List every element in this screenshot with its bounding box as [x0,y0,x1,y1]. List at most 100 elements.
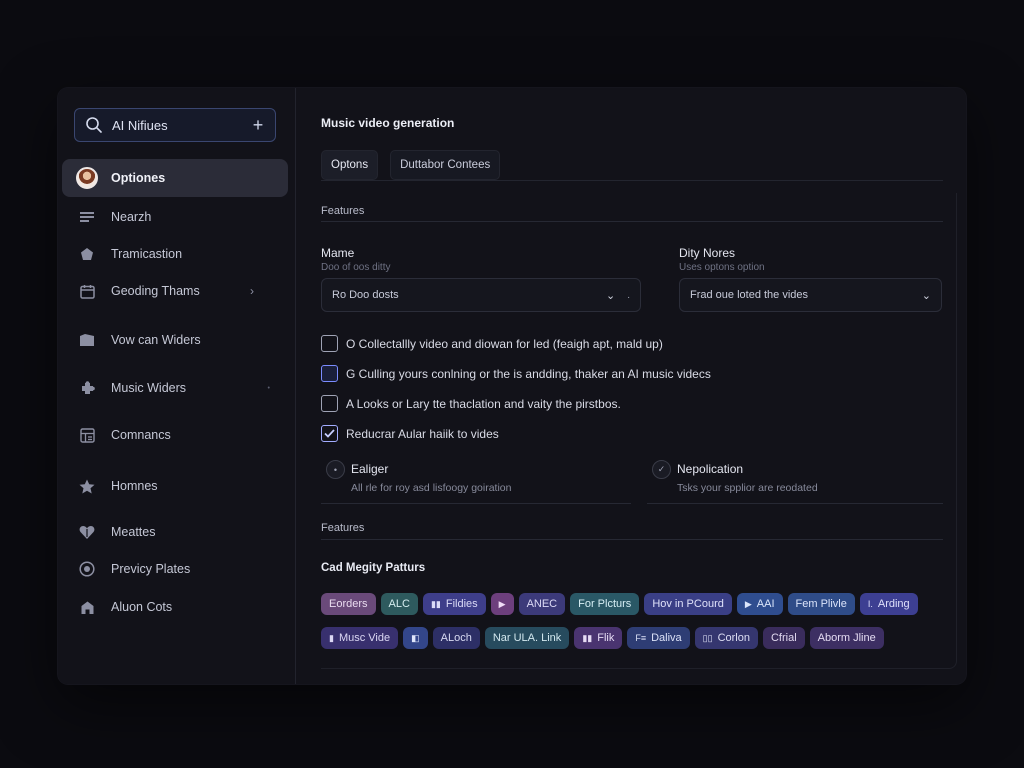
chip-label: Cfrial [770,632,797,644]
star-icon [76,475,98,497]
tab-optons[interactable]: Optons [321,150,379,180]
checkbox-checked[interactable] [321,425,338,442]
checkbox-row[interactable]: G Culling yours conlning or the is anddi… [321,365,711,382]
sidebar-item-label: Homnes [111,479,158,493]
chip-icon: ▮ [329,632,334,643]
chevron-right-icon[interactable]: › [250,284,254,298]
name-field-hint: Doo of oos ditty [321,262,391,273]
grid-icon [76,424,98,446]
checkbox-row[interactable]: A Looks or Lary tte thaclation and vaity… [321,395,621,412]
chip-label: Aborm Jline [817,632,876,644]
chip-icon: ▶ [498,598,506,609]
pattern-chip[interactable]: ▮▮ Flik [574,627,623,649]
chip-row: ▮ Musc Vide ◧ ALoch Nar ULA. Link ▮▮ Flik F≡ Dal… [321,627,884,649]
pattern-chip[interactable]: I. Arding [859,593,918,615]
pattern-chip[interactable]: Cfrial [762,627,805,649]
sidebar-item-homnes[interactable]: Homnes [62,467,288,505]
sidebar-item-meattes[interactable]: Meattes [62,513,288,551]
chip-icon: ▮▮ [430,598,441,609]
folder-icon [76,329,98,351]
chip-label: ANEC [526,598,558,610]
pattern-chip[interactable]: ▶ [490,593,514,615]
pattern-chip[interactable]: ▶ AAI [736,593,783,615]
divider [321,180,943,181]
sidebar-item-label: Tramicastion [111,247,183,261]
pattern-chip[interactable]: F≡ Daliva [627,627,690,649]
duty-field-label: Dity Nores [679,246,736,260]
pattern-chip[interactable]: ANEC [518,593,566,615]
duty-select[interactable]: Frad oue loted the vides ⌄ [679,278,942,312]
list-icon [76,206,98,228]
chip-label: Hov in PCourd [652,598,724,610]
name-field-label: Mame [321,246,355,260]
pattern-chip[interactable]: Eorders [321,593,376,615]
checkbox[interactable] [321,365,338,382]
sidebar-item-tramicastion[interactable]: Tramicastion [62,235,288,273]
sidebar-item-music-widers[interactable]: Music Widers • [62,369,288,407]
chip-icon: ▶ [744,598,752,609]
sidebar-item-vow-can-widers[interactable]: Vow can Widers [62,321,288,359]
sidebar-item-geoding-thams[interactable]: Geoding Thams › [62,272,288,310]
radio-option-ealiger[interactable]: • Ealiger All rle for roy asd lisfoogy g… [321,458,631,504]
tab-bar: Optons Duttabor Contees [321,150,501,180]
heart-icon [76,521,98,543]
radio-title: Ealiger [351,462,389,476]
sidebar-item-comnancs[interactable]: Comnancs [62,416,288,454]
pattern-chip[interactable]: Nar ULA. Link [484,627,570,649]
name-select[interactable]: Ro Doo dosts ⌄ . [321,278,641,312]
sidebar-item-optiones[interactable]: Optiones [62,159,288,197]
pattern-chip[interactable]: Aborm Jline [809,627,884,649]
calendar-icon [76,280,98,302]
pentagon-icon [76,243,98,265]
pattern-chip[interactable]: For Plcturs [570,593,640,615]
sidebar-item-label: Aluon Cots [111,600,173,614]
chip-icon: ▮▮ [582,632,593,643]
sidebar-item-label: Previcy Plates [111,562,191,576]
pattern-chip[interactable]: ALoch [432,627,480,649]
checkmark-icon [324,429,335,438]
chip-row: Eorders ALC ▮▮ Fildies ▶ ANEC For Plcturs Hov i… [321,593,918,615]
chip-icon: I. [867,599,873,609]
pattern-chip[interactable]: ▮▮ Fildies [422,593,486,615]
add-icon[interactable]: + [251,116,265,134]
name-select-value: Ro Doo dosts [332,289,399,301]
checkbox[interactable] [321,335,338,352]
pattern-chip[interactable]: ▮ Musc Vide [321,627,399,649]
radio-option-nepolication[interactable]: ✓ Nepolication Tsks your spplior are reo… [647,458,943,504]
radio-button[interactable]: ✓ [652,460,671,479]
radio-description: All rle for roy asd lisfoogy goiration [351,482,512,494]
pattern-chip[interactable]: Fem Plivle [787,593,855,615]
target-icon [76,558,98,580]
search-input[interactable]: AI Nifiues [112,118,251,133]
pattern-chip[interactable]: Hov in PCourd [644,593,732,615]
chip-label: Daliva [651,632,682,644]
chip-label: AAI [756,598,775,610]
chip-label: Musc Vide [338,632,391,644]
checkbox-row[interactable]: Reducrar Aular haiik to vides [321,425,499,442]
tab-duttabor-contees[interactable]: Duttabor Contees [390,150,501,180]
sidebar-item-label: Comnancs [111,428,171,442]
checkbox-label: A Looks or Lary tte thaclation and vaity… [346,396,621,411]
chip-label: For Plcturs [578,598,632,610]
checkbox-row[interactable]: O Collectallly video and diowan for led … [321,335,663,352]
pattern-chip[interactable]: ▯▯ Corlon [694,627,758,649]
chip-label: ALC [388,598,410,610]
search-bar[interactable]: AI Nifiues + [74,108,276,142]
checkbox-label: O Collectallly video and diowan for led … [346,336,663,351]
duty-select-value: Frad oue loted the vides [690,289,809,301]
radio-button[interactable]: • [326,460,345,479]
pattern-chip[interactable]: ALC [380,593,418,615]
sidebar-item-label: Vow can Widers [111,333,201,347]
sidebar-item-aluon-cots[interactable]: Aluon Cots [62,588,288,626]
sidebar-item-previcy-plates[interactable]: Previcy Plates [62,550,288,588]
chip-icon: ▯▯ [702,632,713,643]
chip-label: Eorders [329,598,368,610]
chip-label: Flik [597,632,615,644]
chevron-down-icon: ⌄ [921,289,931,302]
chevron-down-icon: ⌄ [606,289,616,302]
sidebar: AI Nifiues + Optiones Nearzh Tramicastio… [58,88,296,684]
sidebar-item-label: Music Widers [111,381,187,395]
sidebar-item-nearzh[interactable]: Nearzh [62,198,288,236]
checkbox[interactable] [321,395,338,412]
pattern-chip[interactable]: ◧ [403,627,428,649]
